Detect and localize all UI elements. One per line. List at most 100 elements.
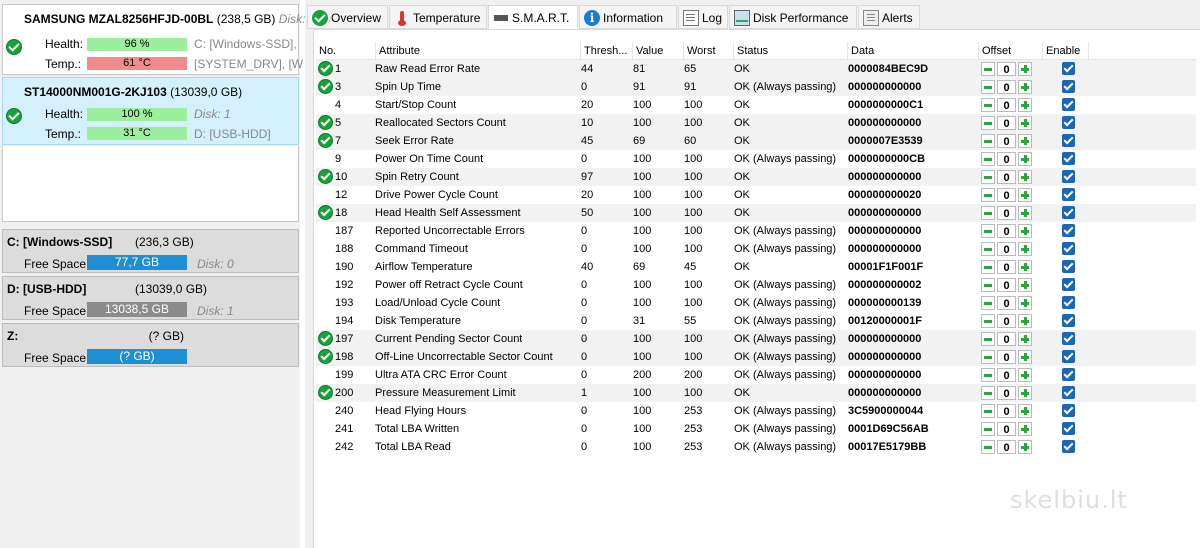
enable-checkbox[interactable] xyxy=(1062,224,1075,237)
enable-checkbox[interactable] xyxy=(1062,206,1075,219)
plus-icon[interactable] xyxy=(1018,278,1032,292)
column-status[interactable]: Status xyxy=(734,42,848,60)
offset-input[interactable]: 0 xyxy=(997,224,1016,238)
table-row[interactable]: 12 Drive Power Cycle Count 20 100 100 OK 00000… xyxy=(316,186,1196,204)
offset-input[interactable]: 0 xyxy=(997,188,1016,202)
table-row[interactable]: 10 Spin Retry Count 97 100 100 OK 000000000000… xyxy=(316,168,1196,186)
offset-input[interactable]: 0 xyxy=(997,62,1016,76)
offset-input[interactable]: 0 xyxy=(997,368,1016,382)
plus-icon[interactable] xyxy=(1018,296,1032,310)
table-row[interactable]: 193 Load/Unload Cycle Count 0 100 100 OK (Alw… xyxy=(316,294,1196,312)
table-row[interactable]: 198 Off-Line Uncorrectable Sector Count 0 1… xyxy=(316,348,1196,366)
volume-entry-z[interactable]: Z: (? GB) Free Space (? GB) xyxy=(2,323,299,367)
plus-icon[interactable] xyxy=(1018,62,1032,76)
table-row[interactable]: 200 Pressure Measurement Limit 1 100 100 OK 00… xyxy=(316,384,1196,402)
minus-icon[interactable] xyxy=(981,278,995,292)
minus-icon[interactable] xyxy=(981,116,995,130)
column-worst[interactable]: Worst xyxy=(684,42,734,60)
column-no[interactable]: No. xyxy=(316,42,376,60)
tab-alerts[interactable]: Alerts xyxy=(858,5,920,29)
offset-input[interactable]: 0 xyxy=(997,260,1016,274)
volume-entry-d[interactable]: D: [USB-HDD] (13039,0 GB) Free Space 130… xyxy=(2,276,299,320)
plus-icon[interactable] xyxy=(1018,440,1032,454)
table-row[interactable]: 241 Total LBA Written 0 100 253 OK (Always pa… xyxy=(316,420,1196,438)
plus-icon[interactable] xyxy=(1018,98,1032,112)
plus-icon[interactable] xyxy=(1018,386,1032,400)
column-offset[interactable]: Offset xyxy=(979,42,1043,60)
minus-icon[interactable] xyxy=(981,170,995,184)
plus-icon[interactable] xyxy=(1018,260,1032,274)
tab-smart[interactable]: S.M.A.R.T. xyxy=(488,5,578,29)
enable-checkbox[interactable] xyxy=(1062,422,1075,435)
enable-checkbox[interactable] xyxy=(1062,152,1075,165)
enable-checkbox[interactable] xyxy=(1062,296,1075,309)
enable-checkbox[interactable] xyxy=(1062,116,1075,129)
minus-icon[interactable] xyxy=(981,332,995,346)
table-row[interactable]: 188 Command Timeout 0 100 100 OK (Always pass… xyxy=(316,240,1196,258)
plus-icon[interactable] xyxy=(1018,188,1032,202)
minus-icon[interactable] xyxy=(981,134,995,148)
plus-icon[interactable] xyxy=(1018,242,1032,256)
plus-icon[interactable] xyxy=(1018,314,1032,328)
table-row[interactable]: 194 Disk Temperature 0 31 55 OK (Always passi… xyxy=(316,312,1196,330)
offset-input[interactable]: 0 xyxy=(997,206,1016,220)
minus-icon[interactable] xyxy=(981,296,995,310)
enable-checkbox[interactable] xyxy=(1062,98,1075,111)
offset-input[interactable]: 0 xyxy=(997,422,1016,436)
minus-icon[interactable] xyxy=(981,260,995,274)
table-row[interactable]: 240 Head Flying Hours 0 100 253 OK (Always pa… xyxy=(316,402,1196,420)
offset-input[interactable]: 0 xyxy=(997,152,1016,166)
table-row[interactable]: 5 Reallocated Sectors Count 10 100 100 OK 0000… xyxy=(316,114,1196,132)
offset-input[interactable]: 0 xyxy=(997,440,1016,454)
tab-overview[interactable]: Overview xyxy=(307,5,388,29)
minus-icon[interactable] xyxy=(981,188,995,202)
minus-icon[interactable] xyxy=(981,422,995,436)
disk-entry-1[interactable]: ST14000NM001G-2KJ103 (13039,0 GB) Health… xyxy=(2,77,299,145)
table-row[interactable]: 190 Airflow Temperature 40 69 45 OK 00001F1F00… xyxy=(316,258,1196,276)
plus-icon[interactable] xyxy=(1018,134,1032,148)
table-row[interactable]: 192 Power off Retract Cycle Count 0 100 100 O… xyxy=(316,276,1196,294)
table-row[interactable]: 1 Raw Read Error Rate 44 81 65 OK 0000084BEC9D… xyxy=(316,60,1196,78)
offset-input[interactable]: 0 xyxy=(997,386,1016,400)
offset-input[interactable]: 0 xyxy=(997,80,1016,94)
minus-icon[interactable] xyxy=(981,440,995,454)
minus-icon[interactable] xyxy=(981,386,995,400)
offset-input[interactable]: 0 xyxy=(997,350,1016,364)
tab-temperature[interactable]: Temperature xyxy=(389,5,487,29)
minus-icon[interactable] xyxy=(981,404,995,418)
plus-icon[interactable] xyxy=(1018,404,1032,418)
table-row[interactable]: 7 Seek Error Rate 45 69 60 OK 0000007E3539 0 xyxy=(316,132,1196,150)
offset-input[interactable]: 0 xyxy=(997,404,1016,418)
offset-input[interactable]: 0 xyxy=(997,134,1016,148)
offset-input[interactable]: 0 xyxy=(997,314,1016,328)
enable-checkbox[interactable] xyxy=(1062,260,1075,273)
tab-information[interactable]: i Information xyxy=(579,5,677,29)
column-attribute[interactable]: Attribute xyxy=(376,42,581,60)
plus-icon[interactable] xyxy=(1018,80,1032,94)
table-row[interactable]: 4 Start/Stop Count 20 100 100 OK 0000000000C1 0 xyxy=(316,96,1196,114)
table-row[interactable]: 242 Total LBA Read 0 100 253 OK (Always passi… xyxy=(316,438,1196,456)
offset-input[interactable]: 0 xyxy=(997,98,1016,112)
column-data[interactable]: Data xyxy=(848,42,979,60)
plus-icon[interactable] xyxy=(1018,152,1032,166)
enable-checkbox[interactable] xyxy=(1062,404,1075,417)
table-row[interactable]: 9 Power On Time Count 0 100 100 OK (Always pa… xyxy=(316,150,1196,168)
column-value[interactable]: Value xyxy=(633,42,684,60)
offset-input[interactable]: 0 xyxy=(997,242,1016,256)
enable-checkbox[interactable] xyxy=(1062,80,1075,93)
enable-checkbox[interactable] xyxy=(1062,332,1075,345)
table-row[interactable]: 3 Spin Up Time 0 91 91 OK (Always passing) 000… xyxy=(316,78,1196,96)
plus-icon[interactable] xyxy=(1018,332,1032,346)
minus-icon[interactable] xyxy=(981,80,995,94)
tab-disk-performance[interactable]: Disk Performance xyxy=(729,5,857,29)
minus-icon[interactable] xyxy=(981,224,995,238)
enable-checkbox[interactable] xyxy=(1062,386,1075,399)
column-threshold[interactable]: Thresh... xyxy=(581,42,633,60)
minus-icon[interactable] xyxy=(981,350,995,364)
enable-checkbox[interactable] xyxy=(1062,170,1075,183)
enable-checkbox[interactable] xyxy=(1062,188,1075,201)
volume-entry-c[interactable]: C: [Windows-SSD] (236,3 GB) Free Space 7… xyxy=(2,229,299,273)
enable-checkbox[interactable] xyxy=(1062,242,1075,255)
plus-icon[interactable] xyxy=(1018,368,1032,382)
column-enable[interactable]: Enable xyxy=(1043,42,1089,60)
